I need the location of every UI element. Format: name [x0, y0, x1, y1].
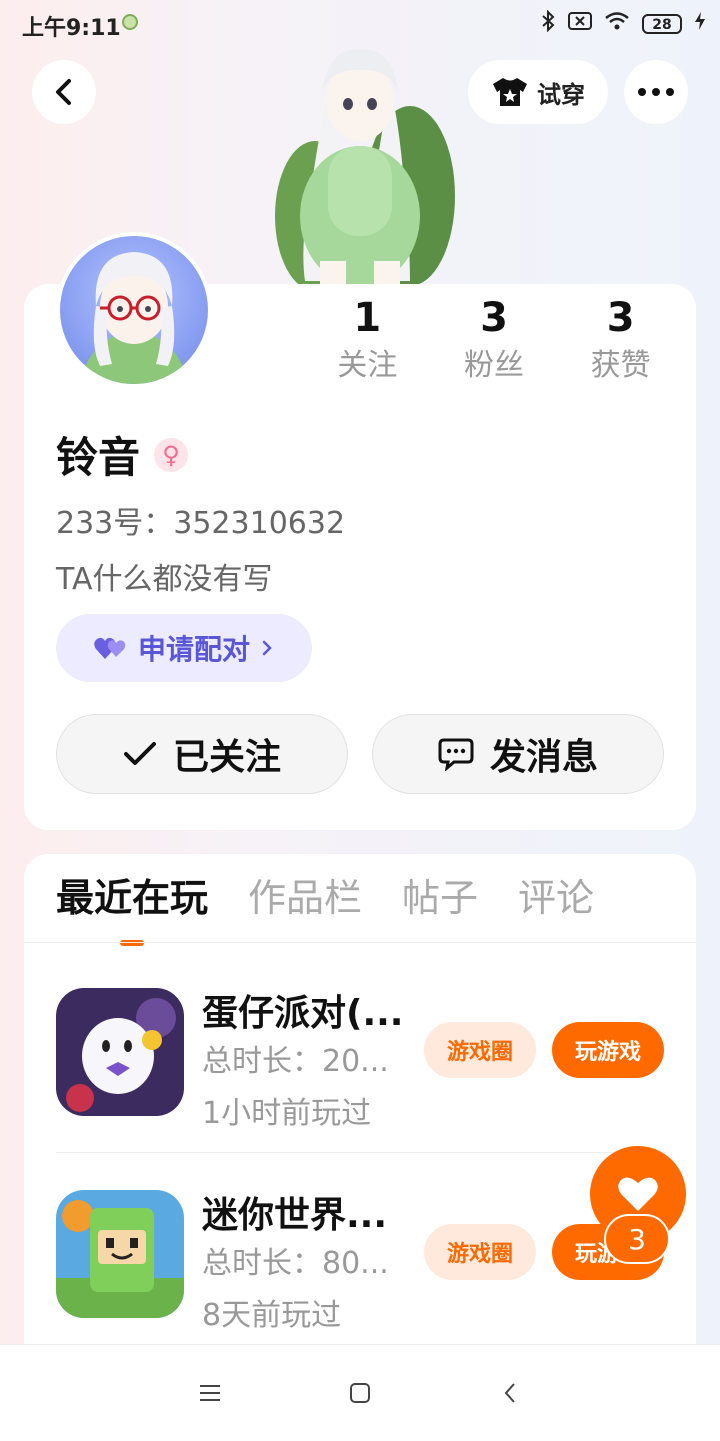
followed-button[interactable]: 已关注 — [56, 714, 348, 794]
game-duration: 总时长：20... — [202, 1044, 389, 1079]
followed-label: 已关注 — [172, 737, 281, 778]
back-button[interactable] — [32, 60, 96, 124]
chevron-left-icon — [56, 79, 71, 105]
game-last-played: 1小时前玩过 — [202, 1096, 372, 1131]
game-icon-eggy-party[interactable] — [56, 988, 184, 1116]
user-bio: TA什么都没有写 — [56, 562, 273, 597]
stat-label: 关注 — [337, 348, 398, 383]
app-notification-icon — [122, 14, 138, 30]
name-row: 铃音 ♀ — [56, 424, 189, 485]
try-on-button[interactable]: 试穿 — [468, 60, 608, 124]
stat-label: 粉丝 — [464, 348, 524, 383]
chat-bubble-icon — [438, 738, 474, 771]
apply-pair-button[interactable]: 申请配对 — [56, 614, 312, 682]
tab-recently-played[interactable]: 最近在玩 — [56, 870, 208, 946]
more-button[interactable] — [624, 60, 688, 124]
hearts-icon — [94, 637, 126, 659]
try-on-label: 试穿 — [537, 80, 585, 109]
divider — [24, 942, 696, 943]
chevron-right-icon — [262, 640, 272, 656]
system-nav-bar — [0, 1344, 720, 1441]
square-icon — [350, 1383, 370, 1403]
game-duration: 总时长：80... — [202, 1246, 389, 1281]
check-icon — [123, 742, 156, 765]
content-tabs: 最近在玩 作品栏 帖子 评论 — [56, 870, 594, 946]
avatar-image — [60, 236, 208, 384]
status-bar: 上午9:11 28 — [0, 0, 720, 50]
game-last-played: 8天前玩过 — [202, 1298, 342, 1333]
charging-icon — [694, 11, 706, 36]
no-sim-icon — [568, 11, 592, 36]
divider — [56, 1152, 666, 1153]
home-nav-button[interactable] — [336, 1369, 384, 1417]
female-icon: ♀ — [154, 437, 189, 472]
tab-comments[interactable]: 评论 — [518, 870, 594, 926]
game-icon-mini-world[interactable] — [56, 1190, 184, 1318]
stat-label: 获赞 — [590, 348, 651, 383]
send-message-button[interactable]: 发消息 — [372, 714, 664, 794]
game-circle-button[interactable]: 游戏圈 — [424, 1022, 536, 1078]
shirt-icon — [493, 78, 527, 106]
menu-nav-button[interactable] — [186, 1369, 234, 1417]
user-id: 233号：352310632 — [56, 506, 346, 541]
menu-icon — [200, 1385, 220, 1401]
stat-fans[interactable]: 3 粉丝 — [431, 290, 558, 386]
list-item[interactable]: 迷你世界... 总时长：80... 8天前玩过 游戏圈 玩游戏 — [56, 1186, 676, 1333]
profile-stats: 1 关注 3 粉丝 3 获赞 — [304, 290, 684, 386]
more-icon — [638, 88, 674, 96]
game-title: 蛋仔派对(... — [202, 993, 404, 1034]
user-name: 铃音 — [56, 433, 141, 482]
battery-icon: 28 — [642, 13, 682, 34]
heart-icon — [618, 1177, 658, 1211]
stat-likes[interactable]: 3 获赞 — [557, 290, 684, 386]
status-time: 上午9:11 — [22, 16, 121, 41]
recent-games-card: 最近在玩 作品栏 帖子 评论 蛋仔派对(... 总时长：20... 1小时前玩过… — [24, 854, 696, 1374]
list-item[interactable]: 蛋仔派对(... 总时长：20... 1小时前玩过 游戏圈 玩游戏 — [56, 984, 676, 1131]
game-title: 迷你世界... — [202, 1195, 388, 1236]
play-game-button[interactable]: 玩游戏 — [552, 1022, 664, 1078]
stat-number: 3 — [606, 295, 635, 341]
stat-number: 1 — [353, 295, 382, 341]
tab-works[interactable]: 作品栏 — [248, 870, 362, 926]
stat-following[interactable]: 1 关注 — [304, 290, 431, 386]
character-avatar-image — [260, 46, 460, 291]
like-count-badge: 3 — [604, 1214, 670, 1264]
wifi-icon — [604, 11, 630, 36]
avatar[interactable] — [56, 232, 212, 388]
status-icons: 28 — [540, 9, 706, 37]
bluetooth-icon — [540, 9, 556, 37]
pair-label: 申请配对 — [137, 633, 250, 666]
back-icon — [504, 1383, 515, 1403]
back-nav-button[interactable] — [486, 1369, 534, 1417]
tab-posts[interactable]: 帖子 — [402, 870, 478, 926]
stat-number: 3 — [480, 295, 508, 341]
game-circle-button[interactable]: 游戏圈 — [424, 1224, 536, 1280]
send-message-label: 发消息 — [489, 737, 598, 778]
